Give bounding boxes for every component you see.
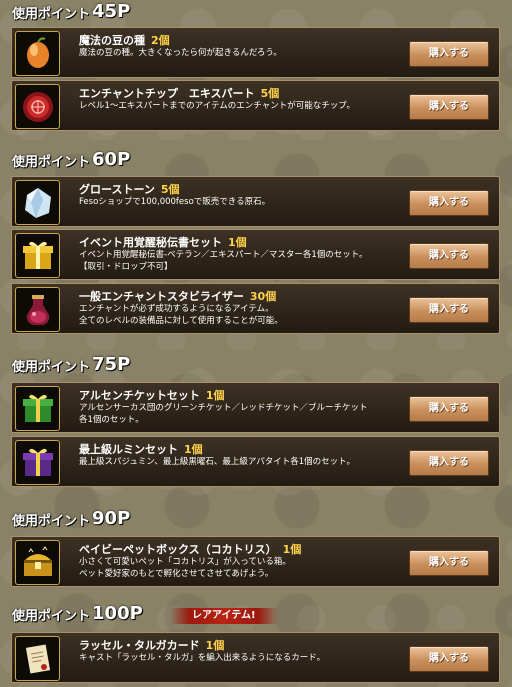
section-points: 45P <box>92 1 131 22</box>
rare-item-badge: レアアイテム! <box>170 608 278 624</box>
item-description: 魔法の豆の種。大きくなったら何が起きるんだろう。 <box>79 48 282 58</box>
section-points: 75P <box>92 354 131 375</box>
item-name: 魔法の豆の種 2個 <box>79 34 170 47</box>
buy-button[interactable]: 購入する <box>409 450 489 476</box>
item-description: 小さくて可愛いペット「コカトリス」が入っている箱。 ペット愛好家のもとで孵化させて… <box>79 557 291 579</box>
scroll-card-icon <box>15 636 60 681</box>
item-quantity: 5個 <box>160 183 180 196</box>
section-header: 使用ポイント 90P <box>0 508 512 530</box>
item-description: キャスト「ラッセル・タルガ」を編入出来るようになるカード。 <box>79 653 326 663</box>
item-name: ベイビーペットボックス（コカトリス） 1個 <box>79 543 302 556</box>
item-quantity: 1個 <box>205 639 225 652</box>
green-gift-box-icon <box>15 386 60 431</box>
item-quantity: 2個 <box>151 34 170 47</box>
section-90p: 使用ポイント 90P <box>0 508 512 530</box>
item-name: グローストーン 5個 <box>79 183 180 196</box>
item-quantity: 1個 <box>282 543 302 556</box>
section-points: 60P <box>92 149 131 170</box>
point-exchange-page: 使用ポイント 45P 魔法の豆の種 2個 魔法の豆の種。大きくなったら何が起きるん… <box>0 0 512 687</box>
section-60p: 使用ポイント 60P <box>0 149 512 171</box>
section-label: 使用ポイント <box>12 514 91 529</box>
item-name: ラッセル・タルガカード 1個 <box>79 639 225 652</box>
treasure-chest-icon <box>15 540 60 585</box>
buy-button[interactable]: 購入する <box>409 94 489 120</box>
section-points: 100P <box>92 603 143 624</box>
section-header: 使用ポイント 60P <box>0 149 512 171</box>
buy-button[interactable]: 購入する <box>409 396 489 422</box>
item-description: イベント用覚醒秘伝書-ベテラン／エキスパート／マスター各1個のセット。 【取引・ド… <box>79 250 368 272</box>
buy-button[interactable]: 購入する <box>409 243 489 269</box>
section-label: 使用ポイント <box>12 360 91 375</box>
item-description: アルセンサーカス団のグリーンチケット／レッドチケット／ブルーチケット 各1個のセッ… <box>79 403 368 425</box>
item-description: Fesoショップで100,000fesoで販売できる原石。 <box>79 197 271 207</box>
buy-button[interactable]: 購入する <box>409 41 489 67</box>
section-100p: 使用ポイント 100P レアアイテム! <box>0 604 512 624</box>
item-description: エンチャントが必ず成功するようになるアイテム。 全てのレベルの装備品に対して使用す… <box>79 304 283 326</box>
buy-button[interactable]: 購入する <box>409 190 489 216</box>
glow-stone-icon <box>15 180 60 225</box>
item-name: 一般エンチャントスタビライザー 30個 <box>79 290 277 303</box>
item-name: イベント用覚醒秘伝書セット 1個 <box>79 236 247 249</box>
item-quantity: 1個 <box>184 443 203 456</box>
gold-gift-box-icon <box>15 233 60 278</box>
item-description: 最上級スパジュミン、最上級黒曜石、最上級アパタイト各1個のセット。 <box>79 457 355 467</box>
magic-bean-icon <box>15 31 60 76</box>
item-name: エンチャントチップ エキスパート 5個 <box>79 87 280 100</box>
section-label: 使用ポイント <box>12 155 91 170</box>
item-name: アルセンチケットセット 1個 <box>79 389 225 402</box>
list-item: 一般エンチャントスタビライザー 30個 エンチャントが必ず成功するようになるアイテ… <box>11 283 500 334</box>
section-header: 使用ポイント 100P レアアイテム! <box>0 604 512 624</box>
item-quantity: 1個 <box>205 389 225 402</box>
section-75p: 使用ポイント 75P <box>0 354 512 376</box>
item-quantity: 5個 <box>260 87 280 100</box>
buy-button[interactable]: 購入する <box>409 550 489 576</box>
item-quantity: 1個 <box>228 236 247 249</box>
item-description: レベル1～エキスパートまでのアイテムのエンチャントが可能なチップ。 <box>79 101 355 111</box>
list-item: 最上級ルミンセット 1個 最上級スパジュミン、最上級黒曜石、最上級アパタイト各1個… <box>11 436 500 487</box>
section-header: 使用ポイント 45P <box>0 1 512 23</box>
section-label: 使用ポイント <box>12 7 91 22</box>
list-item: エンチャントチップ エキスパート 5個 レベル1～エキスパートまでのアイテムのエン… <box>11 80 500 131</box>
purple-gift-box-icon <box>15 440 60 485</box>
list-item: アルセンチケットセット 1個 アルセンサーカス団のグリーンチケット／レッドチケット… <box>11 382 500 433</box>
list-item: ベイビーペットボックス（コカトリス） 1個 小さくて可愛いペット「コカトリス」が入… <box>11 536 500 587</box>
section-45p: 使用ポイント 45P <box>0 1 512 23</box>
list-item: ラッセル・タルガカード 1個 キャスト「ラッセル・タルガ」を編入出来るようになるカ… <box>11 632 500 683</box>
stabilizer-potion-icon <box>15 287 60 332</box>
list-item: イベント用覚醒秘伝書セット 1個 イベント用覚醒秘伝書-ベテラン／エキスパート／マ… <box>11 229 500 280</box>
enchant-chip-icon <box>15 84 60 129</box>
buy-button[interactable]: 購入する <box>409 297 489 323</box>
item-quantity: 30個 <box>249 290 277 303</box>
item-name: 最上級ルミンセット 1個 <box>79 443 203 456</box>
buy-button[interactable]: 購入する <box>409 646 489 672</box>
list-item: グローストーン 5個 Fesoショップで100,000fesoで販売できる原石。 … <box>11 176 500 227</box>
section-header: 使用ポイント 75P <box>0 354 512 376</box>
section-label: 使用ポイント <box>12 609 91 624</box>
list-item: 魔法の豆の種 2個 魔法の豆の種。大きくなったら何が起きるんだろう。 購入する <box>11 27 500 78</box>
section-points: 90P <box>92 508 131 529</box>
